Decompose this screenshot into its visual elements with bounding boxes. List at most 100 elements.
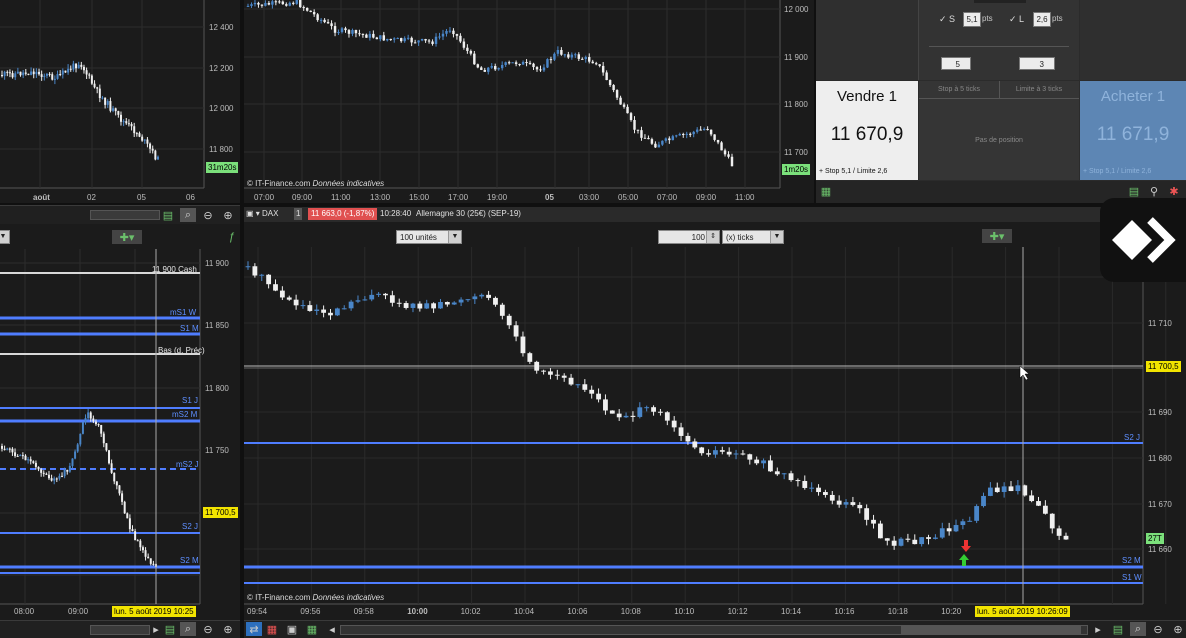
mc-candle [609, 410, 615, 414]
main-xgrid [257, 247, 1167, 604]
lc-candle [74, 451, 77, 459]
mc-xtick-4: 10:02 [461, 607, 482, 616]
tm-candle [685, 133, 688, 135]
limit-checkbox[interactable]: ✓ L [1009, 14, 1024, 25]
mc-candle [664, 412, 670, 421]
mc-candle [348, 301, 354, 309]
mc-candle [719, 450, 725, 452]
stop-value-field[interactable]: 5,1 [963, 12, 981, 27]
mc-xtick-11: 10:16 [834, 607, 855, 616]
lc-candle [34, 462, 37, 467]
mc-candle [513, 325, 519, 337]
sell-button[interactable]: Vendre 1 11 670,9 + Stop 5,1 / Limite 2,… [816, 81, 918, 180]
tm-candle [441, 33, 445, 37]
tm-candle [319, 19, 323, 21]
qty-left-stepper[interactable]: 5 [941, 57, 971, 70]
left-bottom-scroll[interactable] [90, 625, 150, 635]
mc-xtick-8: 10:10 [674, 607, 695, 616]
mb-scrollbar[interactable] [340, 625, 1088, 635]
tl-candle [90, 75, 93, 84]
mc-candle [747, 454, 753, 460]
ticket-link-icon[interactable]: ⚲ [1146, 184, 1162, 198]
mb-play-icon[interactable]: ▸ [1090, 622, 1106, 636]
zoom-out-icon[interactable]: ⊖ [200, 208, 216, 222]
stop-checkbox[interactable]: ✓ S [939, 14, 955, 25]
zoom-in-icon[interactable]: ⊕ [220, 208, 236, 222]
left-bottom-toolbar: ▸ ▤ ⌕ ⊖ ⊕ [0, 620, 240, 638]
tm-candle [438, 36, 441, 38]
ticket-order-icon[interactable]: ✱ [1166, 184, 1182, 198]
main-symbol-selector[interactable]: ▣ ▾ DAX [246, 207, 278, 221]
mc-candle [774, 471, 780, 475]
tm-candle [706, 129, 709, 131]
tl-candle [133, 126, 136, 134]
ticket-settings-icon[interactable]: ▦ [818, 184, 834, 198]
lc-candle [53, 478, 56, 481]
tm-candle [476, 64, 480, 68]
tm-candle [382, 35, 386, 41]
mc-candle [527, 353, 533, 362]
chart-type-icon[interactable]: ▤ [160, 208, 176, 222]
lc-candle [81, 422, 84, 434]
mc-candle [362, 299, 368, 301]
mb-layout-icon[interactable]: ▣ [284, 622, 300, 636]
tl-candle [32, 71, 35, 75]
tm-candle [577, 54, 581, 59]
tl-candle [38, 71, 41, 75]
tl-candle [8, 72, 11, 74]
mc-candle [884, 538, 890, 541]
ticks-select[interactable]: (x) ticks ▼ [722, 230, 784, 244]
main-draw-tool-icon[interactable]: ✚▾ [982, 229, 1012, 243]
tm-candle [601, 65, 605, 73]
ticket-center: Stop à 5 ticks Limite à 3 ticks Pas de p… [919, 81, 1079, 180]
lb-chart-type-icon[interactable]: ▤ [162, 622, 178, 636]
mc-candle [623, 415, 629, 418]
left-chart-dropdown[interactable]: ▼ [0, 230, 10, 244]
left-indicator-icon[interactable]: ƒ [224, 230, 240, 244]
mb-zoom-in-icon[interactable]: ⊕ [1170, 622, 1186, 636]
mb-share-icon[interactable]: ⇄ [246, 622, 262, 636]
left-top-toolbar: ▤ ⌕ ⊖ ⊕ [0, 205, 240, 224]
mb-scroll-thumb[interactable] [901, 626, 1081, 634]
tl-candle [30, 71, 33, 75]
tm-candle [410, 37, 413, 43]
left-top-scroll[interactable] [90, 210, 160, 220]
mb-chart-type-icon[interactable]: ▤ [1110, 622, 1126, 636]
mc-candle [307, 305, 313, 311]
top-left-chart-svg: 12 400 12 200 12 000 11 800 août 02 05 0… [0, 0, 234, 202]
tm-candle [292, 2, 295, 4]
left-draw-tool-icon[interactable]: ✚▾ [112, 230, 142, 244]
mc-candle [967, 520, 973, 522]
tm-ytick-2: 11 800 [784, 100, 808, 109]
mb-zoom-select-icon[interactable]: ⌕ [1130, 622, 1146, 636]
units-select[interactable]: 100 unités ▼ [396, 230, 462, 244]
tm-candle [594, 63, 598, 65]
tm-candle [720, 142, 723, 151]
lc-candle [6, 448, 9, 450]
lb-zoom-out-icon[interactable]: ⊖ [200, 622, 216, 636]
tl-xtick-2: 05 [137, 193, 146, 202]
zoom-select-icon[interactable]: ⌕ [180, 208, 196, 222]
mc-candle [603, 399, 608, 411]
mb-workspace-icon[interactable]: ▦ [264, 622, 280, 636]
lb-zoom-in-icon[interactable]: ⊕ [220, 622, 236, 636]
tm-candle [393, 38, 396, 40]
ticket-chart-icon[interactable]: ▤ [1126, 184, 1142, 198]
mc-candle [898, 538, 904, 546]
buy-button[interactable]: Acheter 1 11 671,9 + Stop 5,1 / Limite 2… [1080, 81, 1186, 180]
lc-candle [108, 450, 111, 464]
limit-value-field[interactable]: 2,6 [1033, 12, 1051, 27]
tl-candle [151, 148, 154, 151]
mb-scroll-left-icon[interactable]: ◂ [324, 622, 340, 636]
lc-candle [24, 455, 27, 461]
mb-zoom-out-icon[interactable]: ⊖ [1150, 622, 1166, 636]
mc-level-1: S2 M [1122, 556, 1141, 565]
lc-candle [66, 469, 69, 472]
mc-candle [589, 389, 595, 394]
mb-grid-icon[interactable]: ▦ [304, 622, 320, 636]
qty-stepper[interactable]: 100 ⇕ [658, 230, 720, 244]
qty-right-stepper[interactable]: 3 [1019, 57, 1055, 70]
lb-zoom-select-icon[interactable]: ⌕ [180, 622, 196, 636]
mc-candle [644, 407, 650, 409]
tm-candle [396, 38, 399, 40]
